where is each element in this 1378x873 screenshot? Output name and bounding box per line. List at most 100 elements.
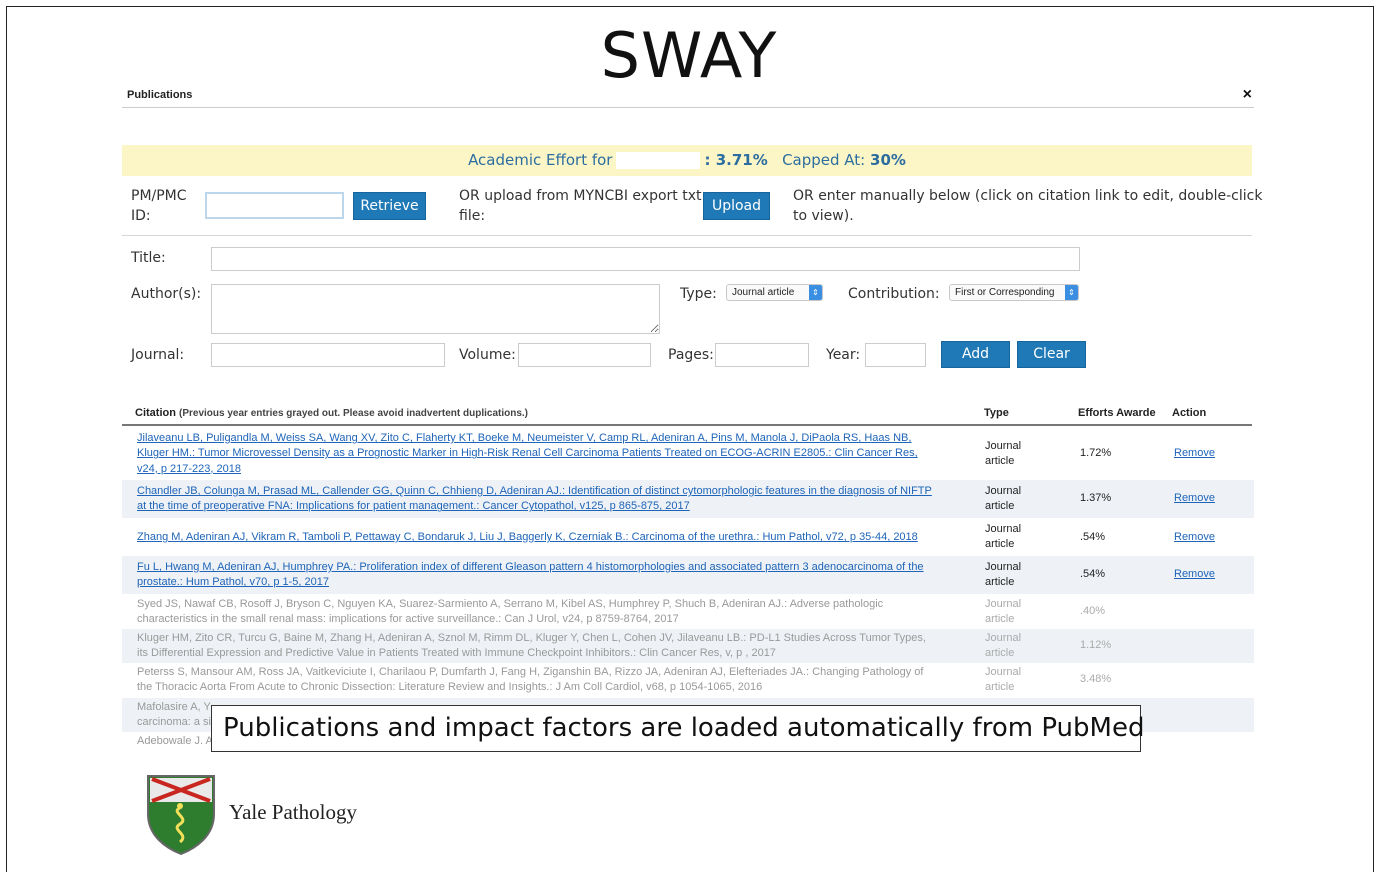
capped-label: Capped At:: [782, 151, 866, 169]
table-row: Chandler JB, Colunga M, Prasad ML, Calle…: [122, 480, 1254, 518]
effort-cell: 1.72%: [1080, 447, 1112, 459]
manual-hint-line1: OR enter manually below (click on citati…: [793, 188, 1263, 204]
type-cell: Journal article: [985, 484, 1021, 515]
citation-line: v24, p 217-223, 2018: [137, 462, 241, 475]
volume-input[interactable]: [518, 343, 651, 367]
type-line: Journal: [985, 666, 1022, 678]
year-input[interactable]: [865, 343, 926, 367]
effort-prefix: Academic Effort for: [468, 151, 613, 169]
citation-line: Jilaveanu LB, Puligandla M, Weiss SA, Wa…: [137, 432, 912, 444]
citation-link[interactable]: Chandler JB, Colunga M, Prasad ML, Calle…: [137, 484, 932, 515]
pmid-input[interactable]: [205, 192, 344, 219]
contribution-label: Contribution:: [848, 286, 940, 302]
citation-line: Peterss S, Mansour AM, Ross JA, Vaitkevi…: [137, 666, 924, 678]
manual-hint-line2: to view).: [793, 208, 854, 224]
pubmed-callout: Publications and impact factors are load…: [211, 705, 1144, 752]
upload-label: OR upload from MYNCBI export txt file:: [459, 186, 701, 226]
type-line: Journal: [985, 598, 1022, 610]
slide-title: SWAY: [600, 19, 778, 92]
efforts-header: Efforts Awarde: [1078, 407, 1156, 419]
type-line: Journal: [985, 561, 1022, 573]
citation-link: Mafolasire A, Y carcinoma: a si: [137, 700, 211, 731]
type-cell: Journal article: [985, 597, 1021, 628]
title-label: Title:: [131, 250, 166, 266]
effort-cell: 1.12%: [1080, 639, 1112, 651]
manual-entry-hint: OR enter manually below (click on citati…: [793, 186, 1262, 226]
table-header-rule: [122, 424, 1252, 426]
citation-link: Peterss S, Mansour AM, Ross JA, Vaitkevi…: [137, 665, 923, 696]
type-line: article: [985, 455, 1015, 468]
table-row: Peterss S, Mansour AM, Ross JA, Vaitkevi…: [122, 663, 1254, 697]
citation-line: Zhang M, Adeniran AJ, Vikram R, Tamboli …: [137, 531, 918, 543]
citation-line: carcinoma: a si: [137, 716, 211, 729]
upload-label-line2: file:: [459, 208, 486, 224]
pmid-label-line1: PM/PMC: [131, 188, 187, 204]
select-arrows-icon: ⇕: [809, 285, 822, 300]
citation-line: Chandler JB, Colunga M, Prasad ML, Calle…: [137, 485, 932, 497]
type-cell: Journal article: [985, 631, 1021, 662]
close-icon[interactable]: ×: [1243, 86, 1252, 104]
year-label: Year:: [826, 347, 861, 363]
citation-header: Citation (Previous year entries grayed o…: [135, 407, 528, 419]
table-row: Jilaveanu LB, Puligandla M, Weiss SA, Wa…: [122, 428, 1254, 480]
retrieve-button[interactable]: Retrieve: [353, 192, 426, 220]
effort-cell: 1.37%: [1080, 492, 1112, 504]
citation-link: Adebowale J. A: [137, 734, 213, 749]
citation-link[interactable]: Jilaveanu LB, Puligandla M, Weiss SA, Wa…: [137, 431, 918, 477]
journal-input[interactable]: [211, 343, 445, 367]
citation-line: Kluger HM.: Tumor Microvessel Density as…: [137, 447, 918, 460]
citation-link: Kluger HM, Zito CR, Turcu G, Baine M, Zh…: [137, 631, 926, 662]
type-line: Journal: [985, 632, 1022, 644]
action-header: Action: [1172, 407, 1207, 419]
type-line: article: [985, 576, 1015, 589]
section-divider: [122, 235, 1252, 236]
table-row: Kluger HM, Zito CR, Turcu G, Baine M, Zh…: [122, 629, 1254, 663]
upload-button[interactable]: Upload: [703, 192, 770, 220]
citation-link[interactable]: Zhang M, Adeniran AJ, Vikram R, Tamboli …: [137, 530, 918, 545]
citation-line: characteristics in the small renal mass:…: [137, 613, 679, 626]
contribution-select[interactable]: First or Corresponding ⇕: [949, 284, 1079, 301]
window-title: Publications: [127, 89, 193, 101]
yale-shield-logo: [147, 775, 215, 856]
remove-link[interactable]: Remove: [1174, 447, 1215, 459]
table-row: Fu L, Hwang M, Adeniran AJ, Humphrey PA.…: [122, 556, 1254, 594]
pmid-label-line2: ID:: [131, 208, 151, 224]
citation-header-note: (Previous year entries grayed out. Pleas…: [179, 408, 529, 419]
citation-line: Adebowale J. A: [137, 735, 213, 747]
type-cell: Journal article: [985, 522, 1021, 553]
pages-label: Pages:: [668, 347, 714, 363]
type-select[interactable]: Journal article ⇕: [726, 284, 823, 301]
citation-line: prostate.: Hum Pathol, v70, p 1-5, 2017: [137, 576, 330, 589]
authors-textarea[interactable]: [211, 284, 660, 334]
citation-link[interactable]: Fu L, Hwang M, Adeniran AJ, Humphrey PA.…: [137, 560, 924, 591]
citation-header-label: Citation: [135, 407, 176, 419]
type-cell: Journal article: [985, 560, 1021, 591]
citation-line: the Thoracic Aorta From Acute to Chronic…: [137, 681, 763, 694]
effort-cell: .40%: [1080, 605, 1106, 617]
remove-link[interactable]: Remove: [1174, 531, 1215, 543]
type-line: article: [985, 647, 1015, 660]
type-line: Journal: [985, 523, 1022, 535]
citation-line: its Differential Expression and Predicti…: [137, 647, 776, 660]
clear-button[interactable]: Clear: [1017, 341, 1086, 368]
title-input[interactable]: [211, 247, 1080, 271]
effort-cell: 3.48%: [1080, 673, 1112, 685]
citation-line: Syed JS, Nawaf CB, Rosoff J, Bryson C, N…: [137, 598, 884, 610]
pages-input[interactable]: [715, 343, 809, 367]
upload-label-line1: OR upload from MYNCBI export txt: [459, 188, 702, 204]
contribution-select-value: First or Corresponding: [955, 287, 1055, 298]
remove-link[interactable]: Remove: [1174, 492, 1215, 504]
add-button[interactable]: Add: [941, 341, 1010, 368]
citation-line: Fu L, Hwang M, Adeniran AJ, Humphrey PA.…: [137, 561, 924, 573]
effort-value: : 3.71%: [704, 151, 768, 169]
academic-effort-banner: Academic Effort for: 3.71% Capped At: 30…: [122, 145, 1252, 176]
citation-line: Kluger HM, Zito CR, Turcu G, Baine M, Zh…: [137, 632, 926, 644]
citation-line: Mafolasire A, Y: [137, 701, 211, 713]
select-arrows-icon: ⇕: [1065, 285, 1078, 300]
remove-link[interactable]: Remove: [1174, 568, 1215, 580]
publications-window-header: Publications ×: [122, 86, 1254, 108]
type-line: article: [985, 500, 1015, 513]
type-line: Journal: [985, 440, 1022, 452]
yale-pathology-label: Yale Pathology: [229, 800, 357, 824]
redacted-name: [616, 152, 701, 169]
